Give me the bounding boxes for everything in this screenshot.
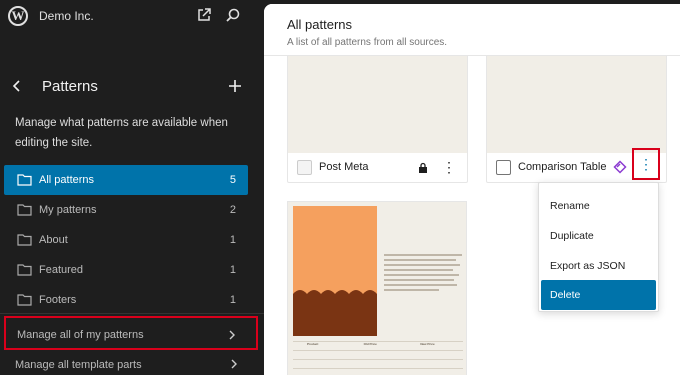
back-chevron-icon[interactable]	[10, 79, 24, 93]
sidebar: W Demo Inc. Patterns Manage what pattern…	[0, 0, 264, 375]
sidebar-item-footers[interactable]: Footers 1	[4, 285, 248, 315]
add-pattern-plus-icon[interactable]	[228, 79, 242, 93]
sidebar-topbar: W Demo Inc.	[0, 0, 264, 32]
menu-item-delete[interactable]: Delete	[541, 280, 656, 310]
sidebar-item-count: 2	[229, 204, 236, 216]
manage-link-label: Manage all of my patterns	[17, 329, 144, 341]
preview-table-header-cell: Product	[307, 342, 319, 346]
pattern-actions-menu: Rename Duplicate Export as JSON Delete	[538, 182, 659, 312]
sidebar-item-label: Featured	[39, 264, 84, 276]
preview-table-row	[293, 368, 463, 375]
pattern-preview[interactable]	[487, 45, 666, 153]
pattern-card-comparison-table[interactable]: Comparison Table ⋮	[486, 44, 667, 183]
preview-text-block	[384, 254, 462, 294]
main-header: All patterns A list of all patterns from…	[264, 4, 680, 56]
menu-item-duplicate[interactable]: Duplicate	[539, 221, 658, 251]
pattern-card-large-preview[interactable]: Product Old Price New Price	[287, 201, 467, 375]
preview-table-header-cell: Old Price	[363, 342, 377, 346]
synced-pattern-icon	[613, 160, 627, 174]
decorative-wave-shape	[293, 290, 377, 336]
manage-template-parts-link[interactable]: Manage all template parts	[4, 352, 258, 375]
sidebar-item-about[interactable]: About 1	[4, 225, 248, 255]
sidebar-item-my-patterns[interactable]: My patterns 2	[4, 195, 248, 225]
preview-table-row	[293, 359, 463, 368]
page-title: All patterns	[287, 17, 353, 32]
sidebar-item-count: 1	[229, 294, 236, 306]
manage-link-label: Manage all template parts	[15, 359, 142, 371]
more-options-icon[interactable]: ⋮	[441, 159, 457, 175]
preview-table-header-cell: New Price	[420, 342, 435, 346]
manage-my-patterns-link[interactable]: Manage all of my patterns	[4, 316, 258, 350]
folder-icon	[17, 204, 32, 216]
folder-icon	[17, 294, 32, 306]
pattern-preview[interactable]	[288, 45, 467, 153]
sidebar-item-label: My patterns	[39, 204, 97, 216]
chevron-right-icon	[231, 359, 237, 369]
sidebar-item-label: Footers	[39, 294, 77, 306]
sidebar-item-label: About	[39, 234, 68, 246]
pattern-title[interactable]: Post Meta	[319, 161, 369, 173]
site-name[interactable]: Demo Inc.	[39, 9, 94, 23]
sidebar-item-count: 5	[229, 174, 236, 186]
pattern-select-checkbox[interactable]	[496, 160, 511, 175]
page-subtitle: A list of all patterns from all sources.	[287, 37, 448, 48]
chevron-right-icon	[229, 330, 235, 340]
preview-table-row	[293, 350, 463, 359]
lock-icon	[419, 162, 427, 173]
menu-item-rename[interactable]: Rename	[539, 191, 658, 221]
folder-icon	[17, 174, 32, 186]
search-icon[interactable]	[226, 8, 240, 22]
pattern-select-checkbox[interactable]	[297, 160, 312, 175]
sidebar-item-all-patterns[interactable]: All patterns 5	[4, 165, 248, 195]
sidebar-divider	[0, 313, 264, 314]
pattern-card-post-meta[interactable]: Post Meta ⋮	[287, 44, 468, 183]
preview-table-header: Product Old Price New Price	[293, 341, 463, 350]
sidebar-item-label: All patterns	[39, 174, 95, 186]
sidebar-item-featured[interactable]: Featured 1	[4, 255, 248, 285]
menu-item-export-json[interactable]: Export as JSON	[539, 251, 658, 281]
pattern-card-footer: Post Meta ⋮	[288, 152, 467, 182]
menu-item-label: Delete	[550, 289, 581, 301]
pattern-title[interactable]: Comparison Table	[518, 161, 606, 173]
folder-icon	[17, 234, 32, 246]
sidebar-description: Manage what patterns are available when …	[15, 117, 228, 149]
external-link-icon[interactable]	[197, 8, 211, 22]
menu-item-label: Duplicate	[550, 230, 594, 242]
preview-table: Product Old Price New Price	[293, 341, 463, 375]
preview-image	[293, 206, 377, 336]
pattern-card-footer: Comparison Table ⋮	[487, 148, 666, 182]
more-options-icon[interactable]: ⋮	[638, 156, 654, 172]
main-content: All patterns A list of all patterns from…	[264, 4, 680, 375]
folder-icon	[17, 264, 32, 276]
wordpress-logo-icon[interactable]: W	[8, 6, 28, 26]
sidebar-title: Patterns	[42, 78, 98, 95]
menu-item-label: Export as JSON	[550, 260, 626, 272]
sidebar-item-count: 1	[229, 234, 236, 246]
sidebar-item-count: 1	[229, 264, 236, 276]
menu-item-label: Rename	[550, 200, 590, 212]
more-options-button[interactable]: ⋮	[632, 148, 660, 180]
